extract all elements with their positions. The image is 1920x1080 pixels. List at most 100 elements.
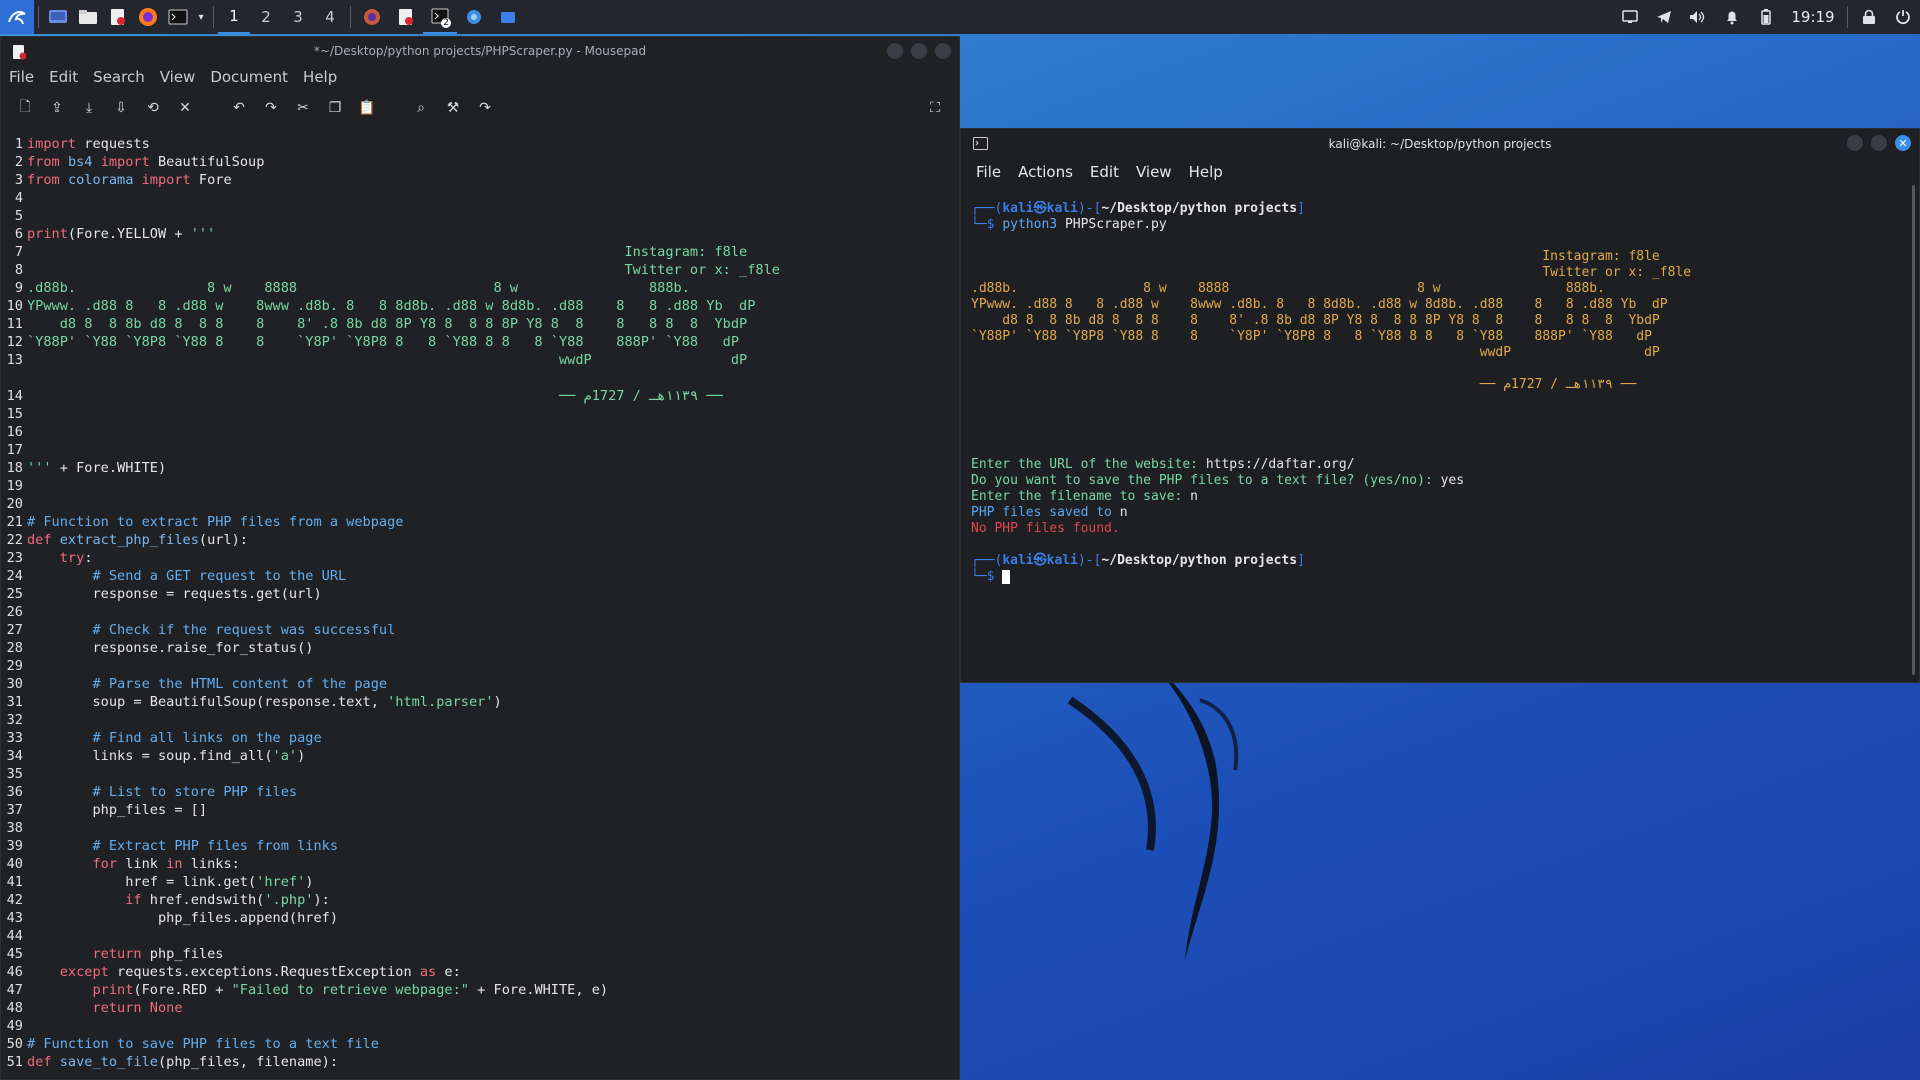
- code-line[interactable]: 5: [1, 207, 959, 225]
- code-line[interactable]: 25 response = requests.get(url): [1, 585, 959, 603]
- code-line[interactable]: 8 Twitter or x: _f8le: [1, 261, 959, 279]
- code-line[interactable]: 46 except requests.exceptions.RequestExc…: [1, 963, 959, 981]
- code-line[interactable]: 26: [1, 603, 959, 621]
- close-button[interactable]: ✕: [1895, 135, 1911, 151]
- code-line[interactable]: 10 YPwww. .d88 8 8 .d88 w 8www .d8b. 8 8 …: [1, 297, 959, 315]
- power-icon[interactable]: [1886, 0, 1920, 34]
- code-line[interactable]: 51 def save_to_file(php_files, filename):: [1, 1053, 959, 1071]
- menu-file[interactable]: File: [976, 163, 1001, 181]
- maximize-button[interactable]: [911, 43, 927, 59]
- battery-icon[interactable]: [1749, 0, 1783, 34]
- code-line[interactable]: 28 response.raise_for_status(): [1, 639, 959, 657]
- workspace-4[interactable]: 4: [314, 0, 346, 34]
- workspace-2[interactable]: 2: [250, 0, 282, 34]
- chevron-down-icon[interactable]: ▾: [193, 0, 209, 34]
- file-manager-icon[interactable]: [73, 0, 103, 34]
- close-button[interactable]: [935, 43, 951, 59]
- menu-view[interactable]: View: [160, 68, 196, 86]
- menu-actions[interactable]: Actions: [1018, 163, 1073, 181]
- code-line[interactable]: 27 # Check if the request was successful: [1, 621, 959, 639]
- code-line[interactable]: 24 # Send a GET request to the URL: [1, 567, 959, 585]
- folder-task-icon[interactable]: [491, 0, 525, 34]
- volume-icon[interactable]: [1681, 0, 1715, 34]
- kali-menu-icon[interactable]: [0, 0, 34, 34]
- fullscreen-icon[interactable]: ⛶: [925, 98, 945, 118]
- terminal-scrollbar[interactable]: [1912, 185, 1915, 675]
- code-line[interactable]: 3 from colorama import Fore: [1, 171, 959, 189]
- menu-help[interactable]: Help: [303, 68, 337, 86]
- code-line[interactable]: 15: [1, 405, 959, 423]
- code-line[interactable]: 31 soup = BeautifulSoup(response.text, '…: [1, 693, 959, 711]
- workspace-3[interactable]: 3: [282, 0, 314, 34]
- menu-view[interactable]: View: [1136, 163, 1172, 181]
- clock[interactable]: 19:19: [1783, 0, 1843, 34]
- code-line[interactable]: 14 ── ١١٣٩هـ / 1727م ──: [1, 369, 959, 405]
- reload-icon[interactable]: ⟲: [143, 98, 163, 118]
- code-line[interactable]: 6 print(Fore.YELLOW + ''': [1, 225, 959, 243]
- code-line[interactable]: 21 # Function to extract PHP files from a…: [1, 513, 959, 531]
- code-line[interactable]: 48 return None: [1, 999, 959, 1017]
- text-editor-icon[interactable]: [103, 0, 133, 34]
- code-line[interactable]: 35: [1, 765, 959, 783]
- mousepad-titlebar[interactable]: *~/Desktop/python projects/PHPScraper.py…: [1, 37, 959, 65]
- code-line[interactable]: 11 d8 8 8 8b d8 8 8 8 8 8' .8 8b d8 8P Y…: [1, 315, 959, 333]
- paste-icon[interactable]: 📋: [357, 98, 377, 118]
- code-line[interactable]: 45 return php_files: [1, 945, 959, 963]
- code-line[interactable]: 49: [1, 1017, 959, 1035]
- terminal-launcher-icon[interactable]: [163, 0, 193, 34]
- save-icon[interactable]: ⤓: [79, 98, 99, 118]
- terminal-titlebar[interactable]: kali@kali: ~/Desktop/python projects ✕: [961, 129, 1919, 159]
- firefox-icon[interactable]: [133, 0, 163, 34]
- firefox-task-icon[interactable]: [355, 0, 389, 34]
- search-replace-icon[interactable]: ⚒: [443, 98, 463, 118]
- blue-app-task-icon[interactable]: [457, 0, 491, 34]
- telegram-icon[interactable]: [1647, 0, 1681, 34]
- lock-icon[interactable]: [1852, 0, 1886, 34]
- minimize-button[interactable]: [887, 43, 903, 59]
- code-line[interactable]: 29: [1, 657, 959, 675]
- open-file-icon[interactable]: ⇪: [47, 98, 67, 118]
- show-desktop-icon[interactable]: [43, 0, 73, 34]
- code-line[interactable]: 44: [1, 927, 959, 945]
- maximize-button[interactable]: [1871, 135, 1887, 151]
- code-line[interactable]: 19: [1, 477, 959, 495]
- code-line[interactable]: 40 for link in links:: [1, 855, 959, 873]
- code-line[interactable]: 12 `Y88P' `Y88 `Y8P8 `Y88 8 8 `Y8P' `Y8P8…: [1, 333, 959, 351]
- code-line[interactable]: 43 php_files.append(href): [1, 909, 959, 927]
- terminal-output[interactable]: ┌──(kali㉿kali)-[~/Desktop/python project…: [971, 201, 1903, 672]
- search-icon[interactable]: ⌕: [411, 98, 431, 118]
- redo-icon[interactable]: ↷: [261, 98, 281, 118]
- code-line[interactable]: 1 import requests: [1, 135, 959, 153]
- code-line[interactable]: 13 wwdP dP: [1, 351, 959, 369]
- code-line[interactable]: 16: [1, 423, 959, 441]
- notification-bell-icon[interactable]: [1715, 0, 1749, 34]
- code-line[interactable]: 41 href = link.get('href'): [1, 873, 959, 891]
- menu-help[interactable]: Help: [1189, 163, 1223, 181]
- code-line[interactable]: 18 ''' + Fore.WHITE): [1, 459, 959, 477]
- copy-icon[interactable]: ❐: [325, 98, 345, 118]
- code-line[interactable]: 30 # Parse the HTML content of the page: [1, 675, 959, 693]
- code-line[interactable]: 47 print(Fore.RED + "Failed to retrieve …: [1, 981, 959, 999]
- code-line[interactable]: 23 try:: [1, 549, 959, 567]
- menu-search[interactable]: Search: [93, 68, 145, 86]
- code-line[interactable]: 32: [1, 711, 959, 729]
- save-as-icon[interactable]: ⇩: [111, 98, 131, 118]
- code-line[interactable]: 9 .d88b. 8 w 8888 8 w 888b.: [1, 279, 959, 297]
- code-line[interactable]: 17: [1, 441, 959, 459]
- code-line[interactable]: 2 from bs4 import BeautifulSoup: [1, 153, 959, 171]
- code-line[interactable]: 42 if href.endswith('.php'):: [1, 891, 959, 909]
- code-line[interactable]: 39 # Extract PHP files from links: [1, 837, 959, 855]
- undo-icon[interactable]: ↶: [229, 98, 249, 118]
- menu-edit[interactable]: Edit: [49, 68, 78, 86]
- code-line[interactable]: 4: [1, 189, 959, 207]
- mousepad-task-icon[interactable]: [389, 0, 423, 34]
- terminal-task-icon[interactable]: 2: [423, 0, 457, 34]
- code-editor[interactable]: 1 import requests 2 from bs4 import Beautif…: [1, 133, 959, 1079]
- new-document-icon[interactable]: 🗋: [15, 98, 35, 118]
- code-line[interactable]: 33 # Find all links on the page: [1, 729, 959, 747]
- code-line[interactable]: 36 # List to store PHP files: [1, 783, 959, 801]
- menu-file[interactable]: File: [9, 68, 34, 86]
- code-line[interactable]: 22 def extract_php_files(url):: [1, 531, 959, 549]
- code-line[interactable]: 20: [1, 495, 959, 513]
- minimize-button[interactable]: [1847, 135, 1863, 151]
